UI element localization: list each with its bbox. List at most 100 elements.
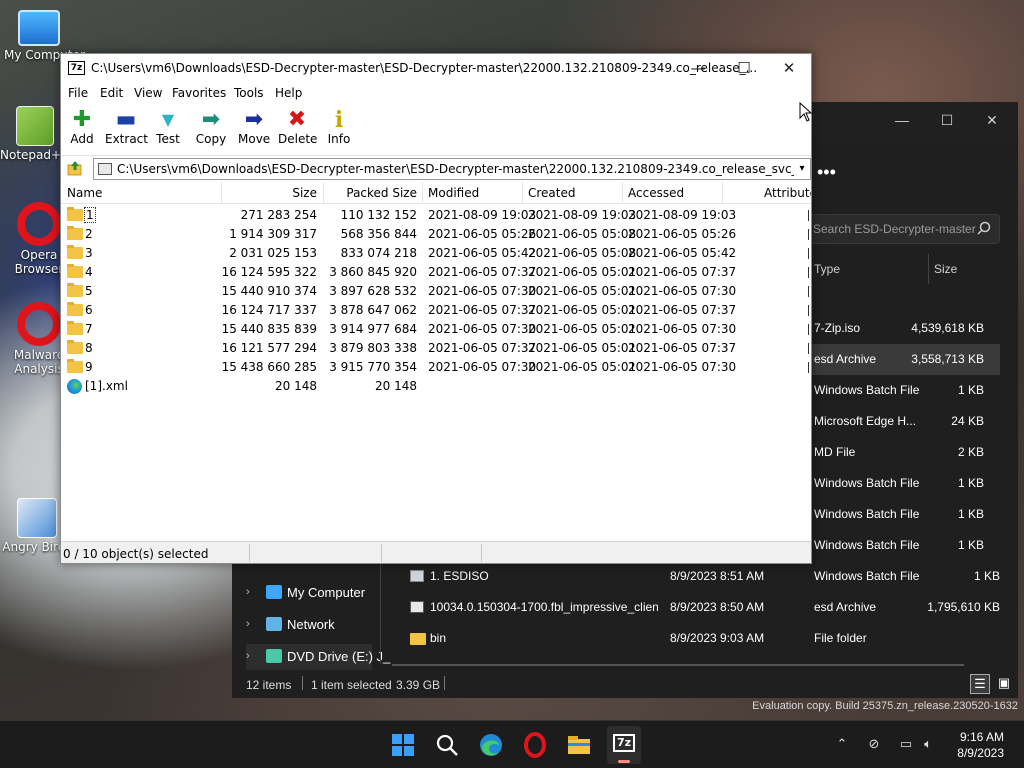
archive-packed-size: 20 148 bbox=[375, 379, 417, 393]
file-row[interactable]: 10034.0.150304-1700.fbl_impressive_clien… bbox=[408, 592, 1008, 623]
mouse-cursor-icon bbox=[799, 102, 813, 122]
archive-row[interactable]: 6 16 124 717 337 3 878 647 062 2021-06-05 0… bbox=[61, 301, 811, 320]
menu-edit[interactable]: Edit bbox=[100, 86, 123, 100]
details-view-icon[interactable]: ☰ bbox=[970, 674, 990, 694]
close-button[interactable]: ✕ bbox=[766, 54, 811, 84]
column-header-packed-size[interactable]: Packed Size bbox=[346, 186, 417, 200]
copy-button[interactable]: ➡ Copy bbox=[195, 108, 227, 152]
menu-tools[interactable]: Tools bbox=[234, 86, 264, 100]
column-header-modified[interactable]: Modified bbox=[428, 186, 479, 200]
7zip-title-bar[interactable]: 7z C:\Users\vm6\Downloads\ESD-Decrypter-… bbox=[61, 54, 811, 84]
file-type: 7-Zip.iso bbox=[814, 321, 861, 335]
file-size: 1 KB bbox=[957, 383, 984, 397]
archive-name: 6 bbox=[85, 303, 93, 317]
extract-button[interactable]: ▬ Extract bbox=[105, 108, 148, 152]
column-header-size[interactable]: Size bbox=[934, 262, 957, 276]
network-disconnected-icon[interactable]: ⊘ bbox=[866, 737, 882, 753]
file-row[interactable]: bin 8/9/2023 9:03 AM File folder bbox=[408, 623, 1008, 654]
delete-button[interactable]: ✖ Delete bbox=[278, 107, 317, 152]
explorer-minimize-button[interactable]: — bbox=[892, 112, 912, 132]
start-icon[interactable] bbox=[389, 731, 417, 759]
archive-modified: 2021-06-05 07:37 bbox=[428, 265, 537, 279]
nav-item-dvd-drive[interactable]: › DVD Drive (E:) J_ bbox=[246, 644, 390, 672]
file-date: 8/9/2023 8:51 AM bbox=[670, 569, 765, 583]
file-size: 1,795,610 KB bbox=[927, 600, 1000, 614]
menu-favorites[interactable]: Favorites bbox=[172, 86, 226, 100]
volume-icon[interactable]: 🔈︎ bbox=[920, 737, 936, 753]
column-header-type[interactable]: Type bbox=[814, 262, 840, 276]
nav-item-label: My Computer bbox=[287, 585, 366, 600]
edge-icon[interactable] bbox=[477, 731, 505, 759]
chevron-down-icon[interactable]: ▾ bbox=[794, 159, 810, 179]
7zip-logo-icon: 7z bbox=[613, 734, 635, 752]
menu-view[interactable]: View bbox=[134, 86, 162, 100]
folder-icon bbox=[67, 340, 83, 354]
column-header-accessed[interactable]: Accessed bbox=[628, 186, 684, 200]
folder-icon bbox=[410, 633, 426, 645]
7zip-taskbar-icon[interactable]: 7z bbox=[607, 726, 641, 764]
file-type: Windows Batch File bbox=[814, 538, 920, 552]
archive-accessed: 2021-06-05 07:37 bbox=[628, 265, 737, 279]
archive-size: 15 440 910 374 bbox=[221, 284, 317, 298]
archive-row[interactable]: 1 271 283 254 110 132 152 2021-08-09 19:03 2… bbox=[61, 206, 811, 225]
info-button[interactable]: i Info bbox=[327, 108, 351, 152]
archive-modified: 2021-06-05 07:37 bbox=[428, 303, 537, 317]
chevron-up-icon[interactable]: ⌃ bbox=[834, 737, 850, 753]
chevron-right-icon[interactable]: › bbox=[246, 618, 250, 630]
horizontal-scrollbar[interactable] bbox=[392, 664, 964, 666]
column-header-name[interactable]: Name bbox=[67, 186, 102, 200]
folder-up-icon[interactable] bbox=[67, 160, 83, 176]
archive-created: 2021-06-05 05:08 bbox=[528, 227, 637, 241]
archive-row[interactable]: 7 15 440 835 839 3 914 977 684 2021-06-05 0… bbox=[61, 320, 811, 339]
network-icon bbox=[266, 617, 282, 631]
archive-modified: 2021-06-05 07:30 bbox=[428, 322, 537, 336]
archive-row[interactable]: 5 15 440 910 374 3 897 628 532 2021-06-05 0… bbox=[61, 282, 811, 301]
file-row[interactable]: 1. ESDISO 8/9/2023 8:51 AM Windows Batch… bbox=[408, 561, 1008, 592]
menu-file[interactable]: File bbox=[68, 86, 88, 100]
folder-icon bbox=[67, 283, 83, 297]
explorer-search-input[interactable]: Search ESD-Decrypter-master bbox=[810, 214, 1000, 244]
display-icon[interactable]: ▭ bbox=[898, 737, 914, 753]
archive-row[interactable]: 9 15 438 660 285 3 915 770 354 2021-06-05 0… bbox=[61, 358, 811, 377]
column-header-attributes[interactable]: Attribute bbox=[764, 186, 811, 200]
archive-row[interactable]: 2 1 914 309 317 568 356 844 2021-06-05 05:2… bbox=[61, 225, 811, 244]
move-label: Move bbox=[238, 132, 271, 146]
archive-row[interactable]: [1].xml 20 148 20 148 bbox=[61, 377, 811, 396]
explorer-maximize-button[interactable]: ☐ bbox=[937, 112, 957, 132]
column-header-size[interactable]: Size bbox=[292, 186, 317, 200]
explorer-close-button[interactable]: ✕ bbox=[982, 112, 1002, 132]
move-button[interactable]: ➡ Move bbox=[238, 108, 270, 152]
status-divider bbox=[302, 676, 303, 690]
explorer-status-bar: 12 items 1 item selected 3.39 GB ☰ ▣ bbox=[232, 670, 1018, 698]
opera-icon bbox=[17, 202, 61, 246]
archive-row[interactable]: 4 16 124 595 322 3 860 845 920 2021-06-05 0… bbox=[61, 263, 811, 282]
archive-accessed: 2021-06-05 07:30 bbox=[628, 360, 737, 374]
file-size: 1 KB bbox=[957, 538, 984, 552]
test-button[interactable]: ▼ Test bbox=[156, 108, 180, 152]
address-input[interactable]: C:\Users\vm6\Downloads\ESD-Decrypter-mas… bbox=[93, 158, 811, 180]
address-bar: C:\Users\vm6\Downloads\ESD-Decrypter-mas… bbox=[61, 155, 811, 181]
more-options-icon[interactable]: ••• bbox=[817, 162, 836, 183]
maximize-button[interactable]: ☐ bbox=[721, 54, 767, 84]
archive-row[interactable]: 8 16 121 577 294 3 879 803 338 2021-06-05 0… bbox=[61, 339, 811, 358]
archive-row[interactable]: 3 2 031 025 153 833 074 218 2021-06-05 05:4… bbox=[61, 244, 811, 263]
menu-help[interactable]: Help bbox=[275, 86, 302, 100]
tiles-view-icon[interactable]: ▣ bbox=[994, 674, 1014, 694]
status-divider bbox=[381, 544, 382, 562]
opera-icon[interactable] bbox=[521, 731, 549, 759]
7zip-window: 7z C:\Users\vm6\Downloads\ESD-Decrypter-… bbox=[60, 53, 812, 564]
status-divider bbox=[249, 544, 250, 562]
file-explorer-icon[interactable] bbox=[565, 731, 593, 759]
minimize-button[interactable]: — bbox=[675, 54, 721, 84]
archive-packed-size: 3 879 803 338 bbox=[329, 341, 417, 355]
chevron-right-icon[interactable]: › bbox=[246, 650, 250, 662]
taskbar-clock[interactable]: 9:16 AM 8/9/2023 bbox=[957, 729, 1004, 761]
status-item-count: 12 items bbox=[246, 678, 292, 692]
add-button[interactable]: ✚ Add bbox=[69, 108, 95, 152]
chevron-right-icon[interactable]: › bbox=[246, 586, 250, 598]
search-icon[interactable] bbox=[433, 731, 461, 759]
folder-icon bbox=[67, 226, 83, 240]
delete-x-icon: ✖ bbox=[287, 107, 307, 132]
drive-icon bbox=[98, 163, 112, 175]
column-header-created[interactable]: Created bbox=[528, 186, 576, 200]
